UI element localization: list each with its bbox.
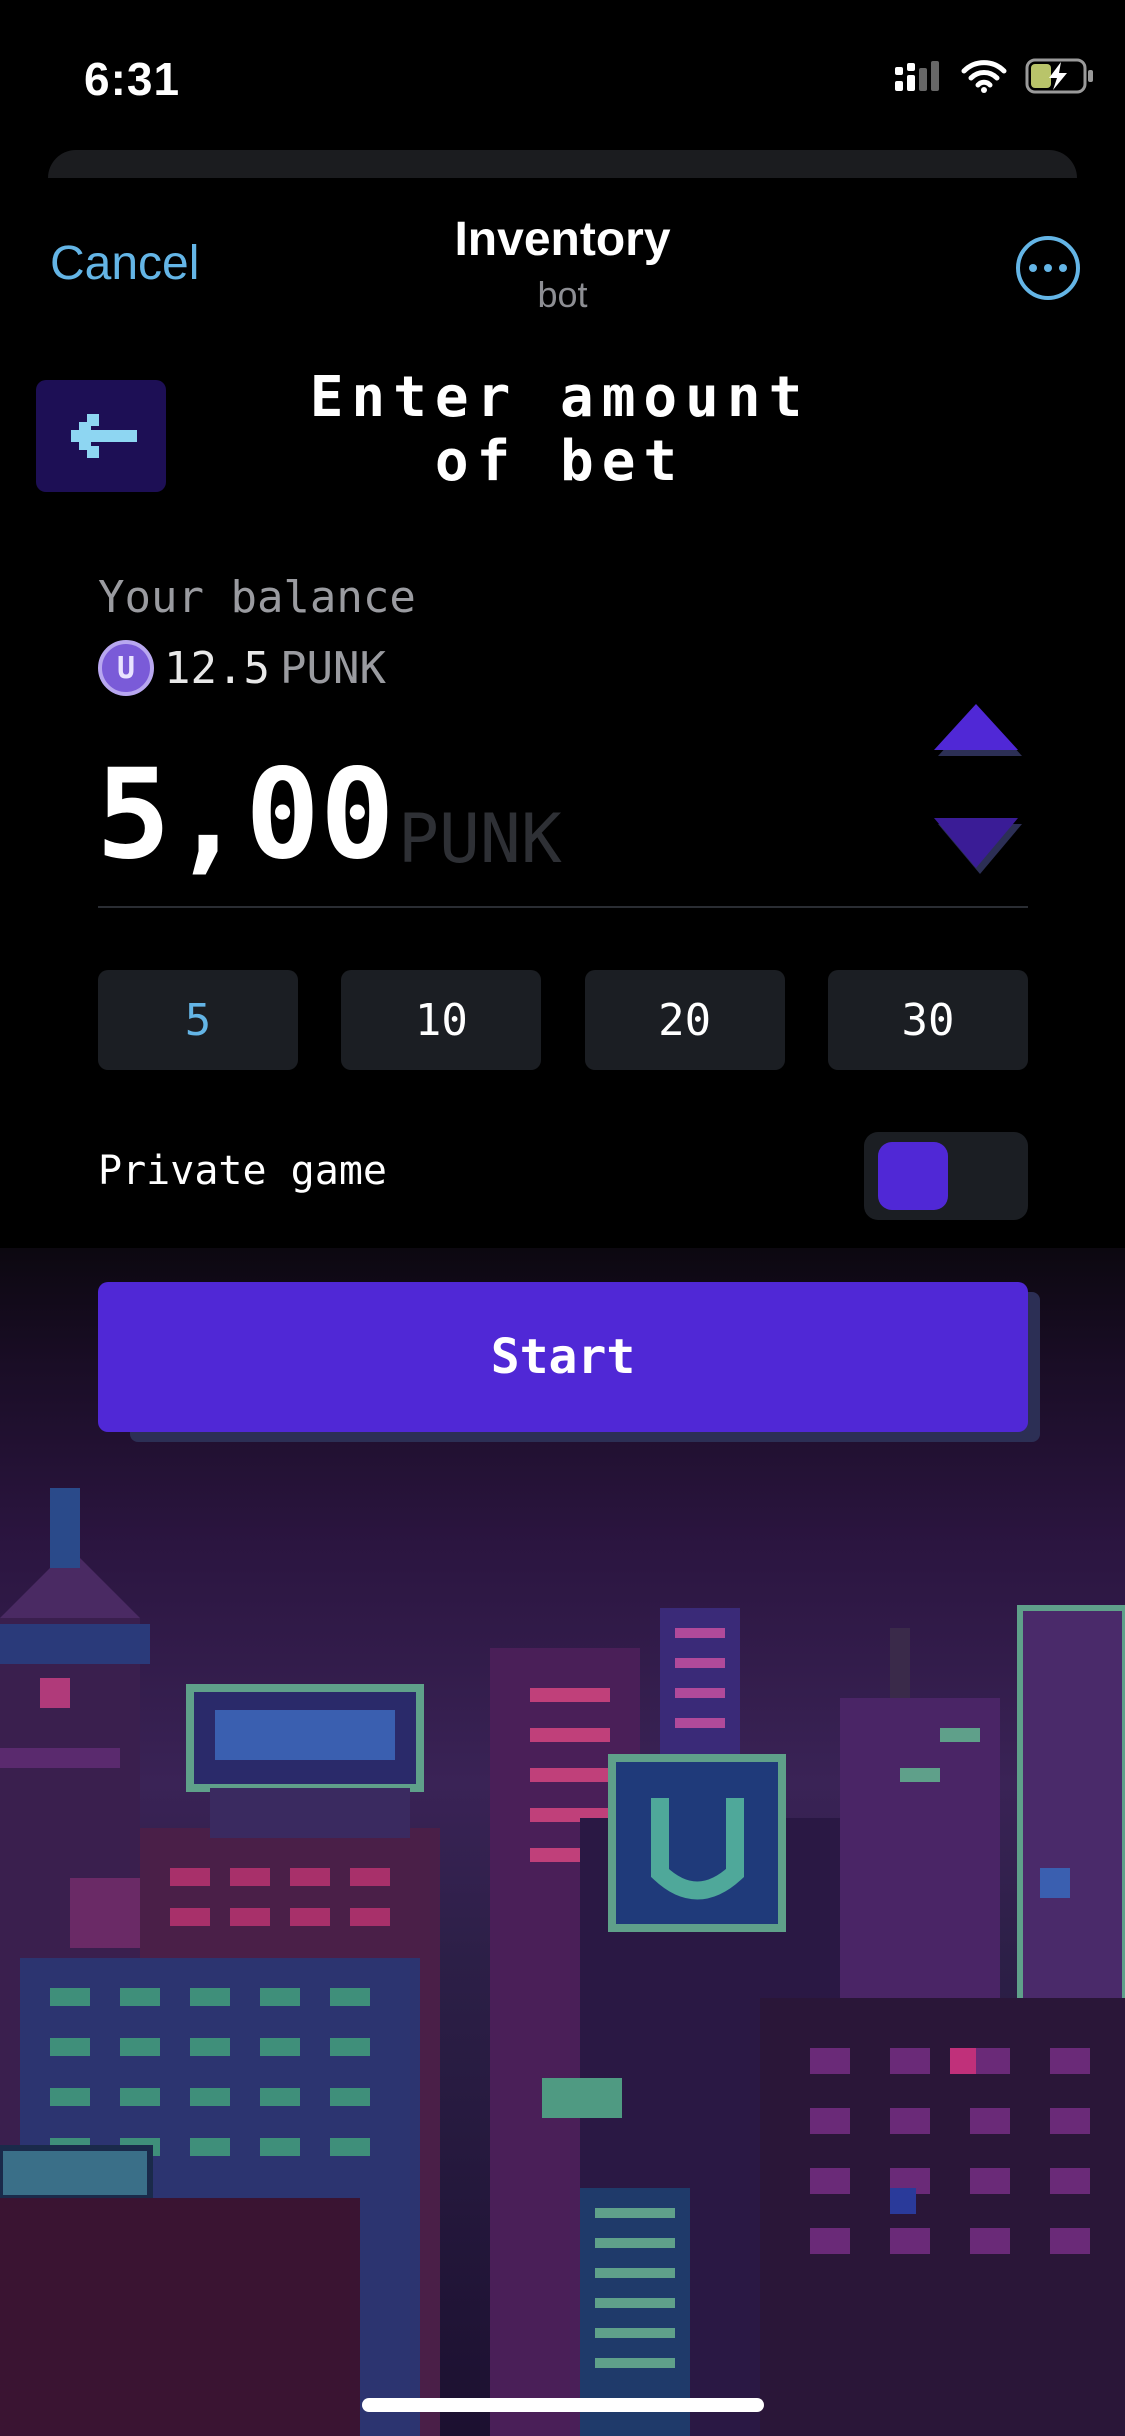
start-button[interactable]: Start [98,1282,1028,1432]
heading: Enter amount of bet [180,366,940,494]
arrow-down-icon[interactable] [928,812,1024,882]
balance-unit: PUNK [279,642,386,694]
battery-charging-icon [1025,58,1093,94]
bet-unit: PUNK [398,800,562,879]
bet-amount-input[interactable]: 5,00 [96,740,395,890]
balance-label: Your balance [98,572,416,623]
preset-20-button[interactable]: 20 [584,970,785,1070]
private-game-label: Private game [98,1148,387,1194]
balance-row: U 12.5 PUNK [98,640,386,696]
page-title: Inventory [454,213,671,266]
more-icon[interactable] [1016,236,1080,300]
balance-value: 12.5 [164,642,270,694]
heading-line-1: Enter amount [309,365,811,430]
arrow-left-icon [71,414,137,458]
preset-30-button[interactable]: 30 [827,970,1028,1070]
sheet-edge [48,150,1077,178]
signal-icon [895,61,939,91]
preset-amounts: 5 10 20 30 [98,970,1028,1070]
private-game-toggle[interactable] [864,1132,1028,1220]
home-indicator [362,2398,764,2412]
preset-5-button[interactable]: 5 [98,970,298,1070]
arrow-up-icon[interactable] [928,700,1024,764]
punk-coin-icon: U [98,640,154,696]
preset-10-button[interactable]: 10 [341,970,542,1070]
divider [98,906,1028,908]
back-button[interactable] [36,380,166,492]
status-bar: 6:31 [0,0,1125,150]
page-subtitle: bot [537,274,588,315]
status-icons [895,58,1095,94]
wifi-icon [961,60,1007,93]
status-time: 6:31 [84,53,181,105]
toggle-knob [878,1142,948,1210]
heading-line-2: of bet [434,429,686,494]
